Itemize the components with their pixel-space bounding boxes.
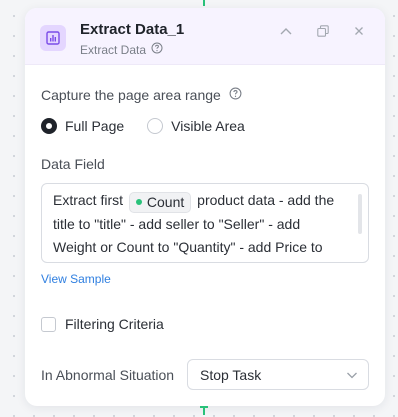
copy-icon	[317, 25, 329, 37]
select-value: Stop Task	[200, 366, 262, 383]
chip-label: Count	[146, 193, 185, 210]
node-header: Extract Data_1 Extract Data	[25, 8, 385, 65]
chevron-up-icon	[280, 28, 292, 35]
scrollbar[interactable]	[358, 194, 362, 234]
abnormal-situation-select[interactable]: Stop Task	[187, 359, 369, 390]
collapse-button[interactable]	[277, 22, 295, 40]
radio-full-page[interactable]: Full Page	[41, 118, 124, 134]
bar-chart-icon	[40, 25, 66, 51]
radio-label: Visible Area	[171, 118, 245, 134]
filtering-criteria-row[interactable]: Filtering Criteria	[41, 316, 164, 332]
prompt-text: Extract first	[53, 192, 124, 208]
extract-data-node-panel: Extract Data_1 Extract Data Capture the …	[25, 8, 385, 406]
capture-range-options: Full Page Visible Area	[41, 118, 245, 134]
node-title: Extract Data_1	[80, 21, 185, 38]
help-icon[interactable]	[151, 42, 163, 57]
close-button[interactable]	[350, 22, 368, 40]
help-icon[interactable]	[229, 87, 242, 103]
copy-button[interactable]	[314, 22, 332, 40]
abnormal-situation-label: In Abnormal Situation	[41, 367, 175, 383]
filtering-label: Filtering Criteria	[65, 316, 164, 332]
chevron-down-icon	[346, 368, 358, 384]
node-subtitle: Extract Data	[80, 42, 163, 57]
node-connector-bottom[interactable]	[200, 404, 208, 415]
view-sample-link[interactable]: View Sample	[41, 272, 111, 286]
close-icon	[355, 27, 363, 35]
variable-chip[interactable]: Count	[128, 191, 192, 213]
radio-label: Full Page	[65, 118, 125, 134]
data-field-input[interactable]: Extract first Count product data - add t…	[41, 183, 369, 263]
capture-range-label: Capture the page area range	[41, 87, 221, 103]
filtering-checkbox[interactable]	[41, 316, 56, 332]
capture-range-row: Capture the page area range	[41, 87, 242, 103]
data-field-label: Data Field	[41, 156, 105, 172]
node-connector-top[interactable]	[201, 0, 207, 6]
variable-dot-icon	[135, 199, 142, 205]
radio-visible-area[interactable]: Visible Area	[147, 118, 245, 134]
radio-button-checked[interactable]	[41, 118, 57, 134]
node-type-label: Extract Data	[80, 42, 147, 57]
radio-button-unchecked[interactable]	[147, 118, 164, 134]
